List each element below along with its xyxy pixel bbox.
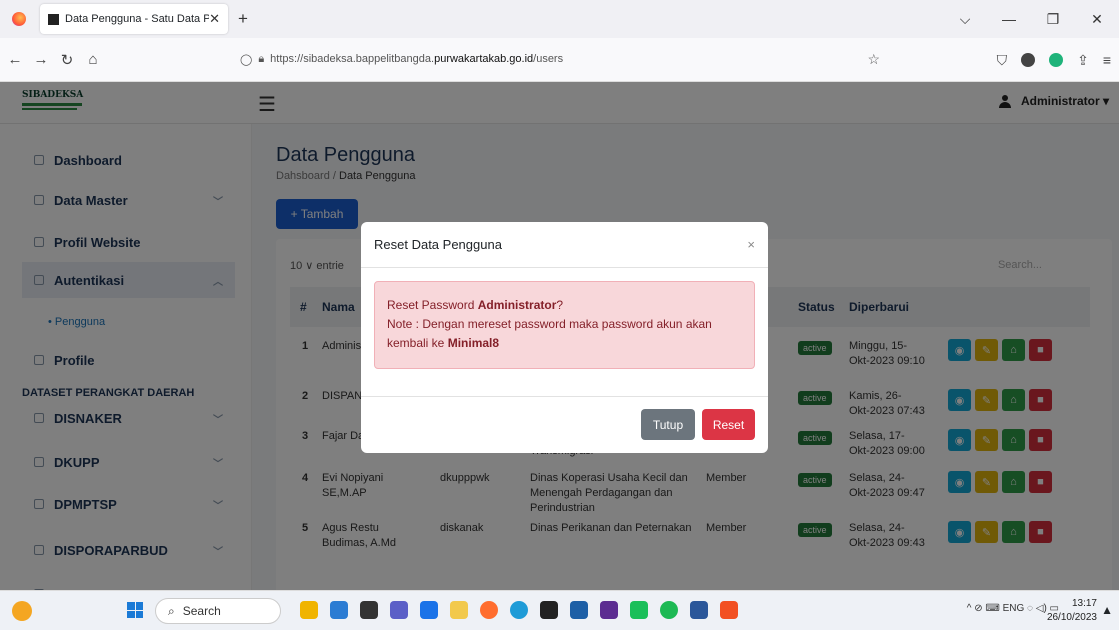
search-icon: ⌕ — [168, 603, 175, 618]
account-icon[interactable] — [1049, 53, 1064, 67]
url-prefix: https://sibadeksa.bappelitbangda. — [270, 53, 435, 65]
modal-close-icon[interactable]: × — [747, 237, 755, 252]
taskbar-app-icon[interactable] — [630, 601, 648, 619]
language-indicator[interactable]: ENG — [1003, 603, 1025, 614]
reset-modal: Reset Data Pengguna × Reset Password Adm… — [361, 222, 768, 453]
clock-date: 26/10/2023 — [1046, 612, 1097, 623]
forward-icon[interactable]: → — [30, 51, 52, 68]
taskbar-app-icon[interactable] — [510, 601, 528, 619]
tab-close-icon[interactable]: ✕ — [209, 11, 220, 27]
share-icon[interactable]: ⇪ — [1077, 52, 1089, 69]
windows-start-icon[interactable] — [127, 602, 143, 618]
taskbar-app-icon[interactable] — [720, 601, 738, 619]
browser-nav-bar: ← → ↻ ⌂ ◯ 🔒︎ https://sibadeksa.bappelitb… — [0, 38, 1119, 82]
back-icon[interactable]: ← — [4, 51, 26, 68]
reset-alert: Reset Password Administrator? Note : Den… — [374, 281, 755, 369]
bookmark-star-icon[interactable]: ☆ — [867, 51, 880, 68]
alert-line1-suffix: ? — [556, 298, 564, 312]
browser-tab[interactable]: Data Pengguna - Satu Data Pur ✕ — [40, 4, 228, 34]
shield-icon[interactable]: ◯ — [240, 53, 252, 66]
menu-icon[interactable]: ≡ — [1103, 52, 1111, 68]
firefox-icon — [12, 12, 26, 26]
tab-list-chevron-icon[interactable]: ⌵ — [943, 11, 987, 28]
minimize-icon[interactable]: — — [987, 11, 1031, 27]
windows-taskbar: ⌕ Search ^ ⊘ ⌨ ENG ◌ ◁) ▭ 13:17 26/10/2023… — [0, 590, 1119, 630]
spotify-icon[interactable] — [660, 601, 678, 619]
url-domain: purwakartakab.go.id — [434, 53, 534, 65]
alert-default-password: Minimal8 — [447, 336, 500, 350]
extension-icon[interactable] — [1021, 53, 1036, 67]
taskbar-app-icon[interactable] — [450, 601, 468, 619]
widgets-icon[interactable] — [12, 601, 32, 621]
app: SIBADEKSA ☰ Administrator ▾ Dashboard Da… — [0, 82, 1119, 602]
word-icon[interactable] — [690, 601, 708, 619]
taskbar-app-icon[interactable] — [330, 601, 348, 619]
close-button[interactable]: Tutup — [641, 409, 695, 440]
reset-button[interactable]: Reset — [702, 409, 755, 440]
taskbar-app-icon[interactable] — [300, 601, 318, 619]
alert-note: Note : Dengan mereset password maka pass… — [387, 317, 712, 350]
taskbar-app-icon[interactable] — [360, 601, 378, 619]
taskbar-app-icon[interactable] — [540, 601, 558, 619]
site-favicon-icon — [48, 13, 59, 25]
tab-title: Data Pengguna - Satu Data Pur — [65, 13, 210, 25]
taskbar-search-label: Search — [182, 604, 221, 618]
lock-icon[interactable]: 🔒︎ — [258, 53, 264, 66]
address-bar[interactable]: ◯ 🔒︎ https://sibadeksa.bappelitbangda. pu… — [240, 44, 880, 74]
firefox-taskbar-icon[interactable] — [480, 601, 498, 619]
taskbar-app-icon[interactable] — [390, 601, 408, 619]
url-path: /users — [533, 53, 564, 65]
window-close-icon[interactable]: ✕ — [1075, 11, 1119, 28]
modal-title: Reset Data Pengguna — [374, 237, 502, 252]
taskbar-app-icon[interactable] — [570, 601, 588, 619]
clock[interactable]: 13:17 26/10/2023 — [1047, 597, 1097, 625]
taskbar-app-icon[interactable] — [600, 601, 618, 619]
taskbar-app-icon[interactable] — [420, 601, 438, 619]
taskbar-search[interactable]: ⌕ Search — [155, 598, 281, 624]
maximize-icon[interactable]: ❐ — [1031, 11, 1075, 28]
home-icon[interactable]: ⌂ — [82, 51, 104, 68]
alert-line1-prefix: Reset Password — [387, 298, 478, 312]
system-tray[interactable]: ^ ⊘ ⌨ ENG ◌ ◁) ▭ — [967, 603, 1059, 614]
modal-header: Reset Data Pengguna × — [361, 222, 768, 268]
notification-bell-icon[interactable]: ▲ — [1101, 603, 1113, 617]
browser-tab-bar: Data Pengguna - Satu Data Pur ✕ + ⌵ — ❐ … — [0, 0, 1119, 38]
reload-icon[interactable]: ↻ — [56, 51, 78, 69]
pocket-icon[interactable]: ⛉ — [997, 52, 1008, 69]
clock-time: 13:17 — [1071, 598, 1097, 609]
alert-username: Administrator — [477, 298, 557, 312]
new-tab-icon[interactable]: + — [238, 9, 248, 29]
